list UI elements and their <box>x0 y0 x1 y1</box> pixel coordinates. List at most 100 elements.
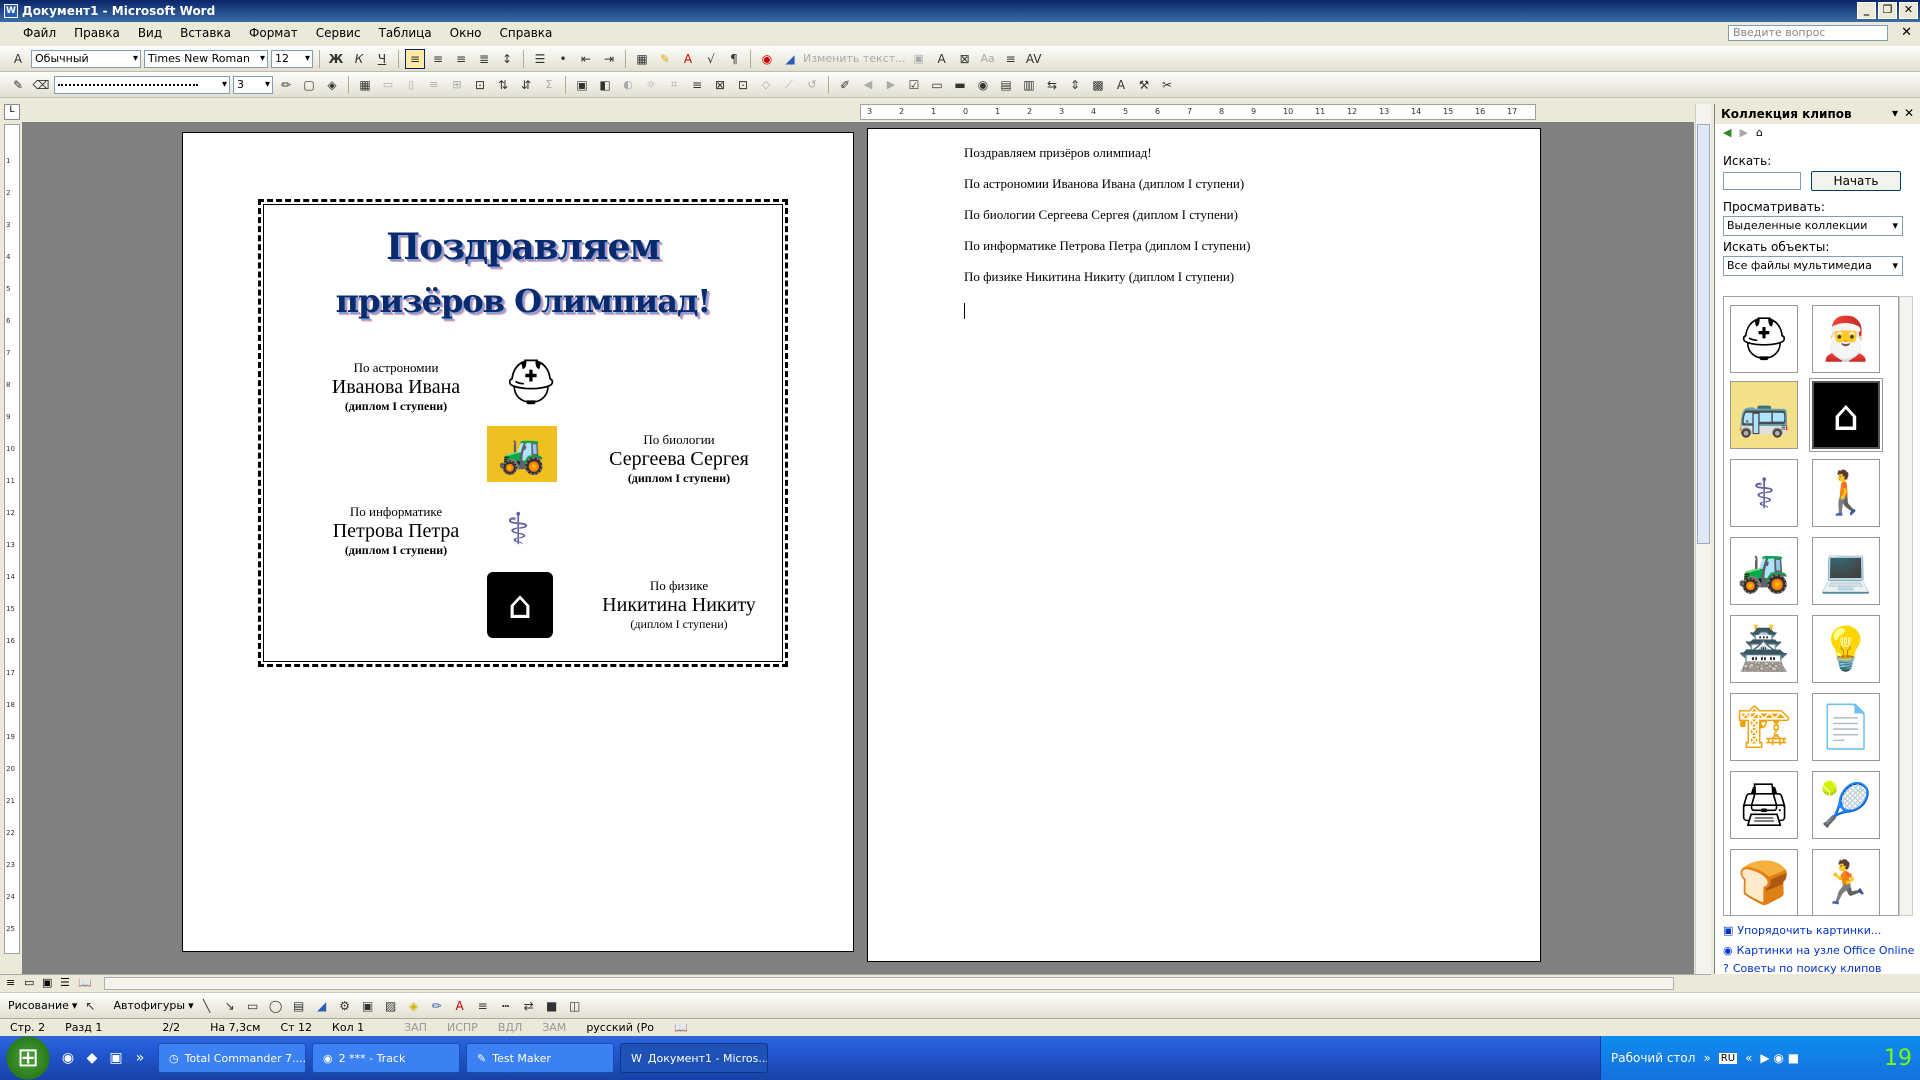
format-picture-icon[interactable]: ◇ <box>756 75 776 95</box>
line-style-combo[interactable] <box>54 75 230 94</box>
autoshapes-arrow-icon[interactable]: ▾ <box>188 999 194 1012</box>
page-2[interactable]: Поздравляем призёров олимпиад! По астрон… <box>867 128 1541 962</box>
list-box-icon[interactable]: ▤ <box>996 75 1016 95</box>
spelling-status-icon[interactable]: 📖 <box>664 1021 698 1034</box>
insert-wordart-icon[interactable]: ◢ <box>312 996 332 1016</box>
wordart-title-line2[interactable]: призёров Олимпиад! <box>261 282 785 320</box>
normal-view-icon[interactable]: ≡ <box>6 976 15 989</box>
menu-window[interactable]: Окно <box>441 26 491 40</box>
text-line[interactable]: По биологии Сергеева Сергея (диплом I ст… <box>964 207 1238 223</box>
decrease-indent-icon[interactable]: ⇤ <box>576 49 596 69</box>
clip-thumb-caduceus[interactable]: ⚕ <box>1730 459 1798 527</box>
line-style-draw-icon[interactable]: ≡ <box>473 996 493 1016</box>
media-type-select[interactable]: Все файлы мультимедиа <box>1723 256 1903 276</box>
shading-icon[interactable]: ◈ <box>322 75 342 95</box>
close-document-icon[interactable]: ✕ <box>1901 25 1912 40</box>
award-frame[interactable]: Поздравляем призёров Олимпиад! По астрон… <box>258 199 788 667</box>
print-view-icon[interactable]: ▣ <box>42 976 52 989</box>
maximize-button[interactable]: ❐ <box>1878 2 1897 19</box>
task-word-document[interactable]: W Документ1 - Micros... <box>620 1043 768 1073</box>
tab-selector[interactable]: L <box>4 104 20 120</box>
outline-view-icon[interactable]: ☰ <box>60 976 70 989</box>
draw-menu-arrow-icon[interactable]: ▾ <box>72 999 78 1012</box>
combo-box-icon[interactable]: ▥ <box>1019 75 1039 95</box>
align-left-icon[interactable]: ≡ <box>405 48 425 69</box>
fill-color-icon[interactable]: ◈ <box>404 996 424 1016</box>
status-ovr[interactable]: ЗАМ <box>532 1021 576 1034</box>
clip-thumb-runner[interactable]: 🏃 <box>1812 849 1880 915</box>
merge-cells-icon[interactable]: ▭ <box>378 75 398 95</box>
quicklaunch-app-icon[interactable]: ◆ <box>80 1050 104 1066</box>
quicklaunch-save-icon[interactable]: ▣ <box>104 1050 128 1066</box>
status-trk[interactable]: ИСПР <box>437 1021 488 1034</box>
vertical-scrollbar[interactable] <box>1695 104 1711 974</box>
3d-icon[interactable]: ◫ <box>565 996 585 1016</box>
clip-thumb-pagoda[interactable]: 🏯 <box>1730 615 1798 683</box>
image-control-icon[interactable]: ▩ <box>1088 75 1108 95</box>
line-color-icon[interactable]: ✏ <box>427 996 447 1016</box>
option-button-icon[interactable]: ◉ <box>973 75 993 95</box>
clip-results-scrollbar[interactable] <box>1899 296 1913 916</box>
wordart-gallery-icon[interactable]: ▣ <box>909 49 929 69</box>
checkbox-icon[interactable]: ☑ <box>904 75 924 95</box>
align-cell-icon[interactable]: ≡ <box>424 75 444 95</box>
clip-thumb-crane[interactable]: 🏗 <box>1730 693 1798 761</box>
bold-button[interactable]: Ж <box>326 49 346 69</box>
home-icon[interactable]: ⌂ <box>1756 126 1763 142</box>
reading-view-icon[interactable]: 📖 <box>78 976 92 989</box>
align-right-icon[interactable]: ≡ <box>451 49 471 69</box>
text-wrap-icon[interactable]: ⊠ <box>955 49 975 69</box>
text-line[interactable]: По астрономии Иванова Ивана (диплом I ст… <box>964 176 1244 192</box>
horizontal-ruler[interactable]: 3 2 1 0 1 2 3 4 5 6 7 8 9 10 11 12 13 14 15 16 17 <box>860 104 1536 120</box>
sort-desc-icon[interactable]: ⇵ <box>516 75 536 95</box>
status-rec[interactable]: ЗАП <box>394 1021 437 1034</box>
char-spacing-icon[interactable]: AV <box>1024 49 1044 69</box>
select-objects-icon[interactable]: ↖ <box>80 996 100 1016</box>
line-weight-combo[interactable]: 3 <box>233 75 273 94</box>
menu-format[interactable]: Формат <box>240 26 307 40</box>
text-color-icon[interactable]: A <box>450 996 470 1016</box>
autoshapes-menu-button[interactable]: Автофигуры <box>113 999 185 1012</box>
menu-tools[interactable]: Сервис <box>307 26 370 40</box>
quicklaunch-winamp-icon[interactable]: ◉ <box>56 1050 80 1066</box>
same-height-icon[interactable]: Aa <box>978 49 998 69</box>
menu-edit[interactable]: Правка <box>65 26 129 40</box>
line-style-icon[interactable]: ≡ <box>687 75 707 95</box>
task-total-commander[interactable]: ◷ Total Commander 7.... <box>158 1043 306 1073</box>
clip-thumb-papers[interactable]: 📄 <box>1812 693 1880 761</box>
stop-icon[interactable]: ◉ <box>757 49 777 69</box>
language-indicator[interactable]: RU <box>1718 1052 1738 1064</box>
brightness-icon[interactable]: ☼ <box>641 75 661 95</box>
quicklaunch-more-icon[interactable]: » <box>128 1050 152 1066</box>
text-line[interactable]: По физике Никитина Никиту (диплом I ступ… <box>964 269 1234 285</box>
clip-thumb-printer[interactable]: 🖨 <box>1730 771 1798 839</box>
clip-thumb-tennis[interactable]: 🎾 <box>1812 771 1880 839</box>
vertical-ruler[interactable]: 1 2 3 4 5 6 7 8 9 10 11 12 13 14 15 16 17 18 19 20 21 22 23 24 2… <box>4 124 20 954</box>
clock[interactable]: 19 <box>1884 1046 1920 1071</box>
text-line[interactable]: Поздравляем призёров олимпиад! <box>964 145 1152 161</box>
draw-table-icon[interactable]: ✎ <box>8 75 28 95</box>
horizontal-scroll-track[interactable] <box>104 977 1674 990</box>
insert-clipart-icon[interactable]: ▣ <box>358 996 378 1016</box>
task-test-maker[interactable]: ✎ Test Maker <box>466 1043 614 1073</box>
text-line[interactable]: По информатике Петрова Петра (диплом I с… <box>964 238 1250 254</box>
insert-image-icon[interactable]: ▨ <box>381 996 401 1016</box>
clip-thumb-computer-user[interactable]: 💻 <box>1812 537 1880 605</box>
insert-picture-icon[interactable]: ▣ <box>572 75 592 95</box>
reviewing-icon[interactable]: ◀ <box>858 75 878 95</box>
close-button[interactable]: ✕ <box>1899 2 1918 19</box>
compress-icon[interactable]: ⊠ <box>710 75 730 95</box>
transparent-color-icon[interactable]: ⟋ <box>779 75 799 95</box>
collections-select[interactable]: Выделенные коллекции <box>1723 216 1903 236</box>
word-app-icon[interactable]: W <box>4 4 18 18</box>
clip-thumb-house[interactable]: ⌂ <box>1812 381 1880 449</box>
styles-pane-icon[interactable]: A <box>8 49 28 69</box>
tray-app-icons[interactable]: ▶ ◉ ■ <box>1760 1051 1799 1065</box>
start-button[interactable]: ⊞ <box>0 1036 56 1080</box>
more-controls-icon[interactable]: ⚒ <box>1134 75 1154 95</box>
label-control-icon[interactable]: A <box>1111 75 1131 95</box>
toggle-button-icon[interactable]: ⇆ <box>1042 75 1062 95</box>
web-view-icon[interactable]: ▭ <box>24 976 34 989</box>
text-field-icon[interactable]: ▭ <box>927 75 947 95</box>
clip-thumb-toaster[interactable]: 🍞 <box>1730 849 1798 915</box>
